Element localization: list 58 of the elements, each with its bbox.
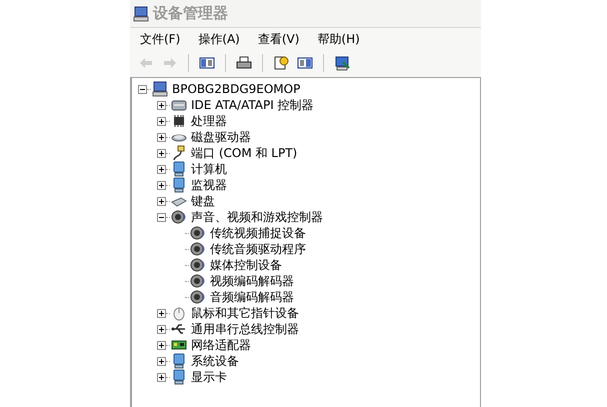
monitor-icon (171, 369, 187, 385)
speaker-icon (190, 257, 206, 273)
expand-toggle-icon[interactable] (157, 324, 166, 334)
expand-toggle-icon[interactable] (157, 132, 166, 142)
tree-item[interactable]: 通用串行总线控制器 (191, 320, 299, 338)
expand-toggle-icon[interactable] (157, 196, 166, 206)
tree-item[interactable]: 声音、视频和游戏控制器 (191, 208, 323, 226)
speaker-icon (171, 209, 187, 225)
menu-item[interactable]: 帮助(H) (315, 30, 362, 48)
menu-item[interactable]: 操作(A) (196, 30, 242, 48)
mouse-icon (171, 305, 187, 321)
monitor-icon (171, 161, 187, 177)
expand-toggle-icon[interactable] (157, 340, 166, 350)
computer-icon (152, 81, 168, 97)
speaker-icon (190, 225, 206, 241)
collapse-toggle-icon[interactable] (157, 212, 166, 222)
port-icon (171, 145, 187, 161)
monitor-icon (171, 353, 187, 369)
menu-item[interactable]: 查看(V) (256, 30, 302, 48)
printer-icon[interactable] (236, 55, 252, 71)
tree-item[interactable]: 媒体控制设备 (210, 256, 282, 274)
tree-item[interactable]: IDE ATA/ATAPI 控制器 (191, 96, 314, 114)
window-title: 设备管理器 (153, 3, 228, 24)
chip-icon (171, 113, 187, 129)
tree-item[interactable]: 计算机 (191, 160, 227, 178)
pane-icon[interactable] (297, 55, 313, 71)
tree-item[interactable]: 处理器 (191, 112, 227, 130)
speaker-icon (190, 289, 206, 305)
expand-toggle-icon[interactable] (157, 372, 166, 382)
expand-toggle-icon[interactable] (157, 100, 166, 110)
tree-item[interactable]: 磁盘驱动器 (191, 128, 251, 146)
tree-item[interactable]: 键盘 (191, 192, 215, 210)
expand-toggle-icon[interactable] (157, 308, 166, 318)
expand-toggle-icon[interactable] (157, 164, 166, 174)
tree-item[interactable]: 视频编码解码器 (210, 272, 294, 290)
expand-toggle-icon[interactable] (157, 356, 166, 366)
help-page-icon[interactable] (273, 55, 289, 71)
expand-toggle-icon[interactable] (157, 148, 166, 158)
tree-item[interactable]: 传统视频捕捉设备 (210, 224, 306, 242)
menu-item[interactable]: 文件(F) (138, 30, 182, 48)
tree-item[interactable]: 系统设备 (191, 352, 239, 370)
speaker-icon (190, 273, 206, 289)
tree-item[interactable]: BPOBG2BDG9EOMOP (172, 80, 300, 98)
scan-monitor-icon[interactable] (334, 55, 350, 71)
computer-icon (133, 6, 149, 22)
speaker-icon (190, 241, 206, 257)
collapse-toggle-icon[interactable] (138, 84, 147, 94)
expand-toggle-icon[interactable] (157, 116, 166, 126)
pane-icon[interactable] (199, 55, 215, 71)
tree-item[interactable]: 显示卡 (191, 368, 227, 386)
expand-toggle-icon[interactable] (157, 180, 166, 190)
tree-item[interactable]: 传统音频驱动程序 (210, 240, 306, 258)
tree-item[interactable]: 鼠标和其它指针设备 (191, 304, 299, 322)
tree-item[interactable]: 监视器 (191, 176, 227, 194)
tree-item[interactable]: 网络适配器 (191, 336, 251, 354)
monitor-icon (171, 177, 187, 193)
tree-item[interactable]: 端口 (COM 和 LPT) (191, 144, 298, 162)
tree-item[interactable]: 音频编码解码器 (210, 288, 294, 306)
